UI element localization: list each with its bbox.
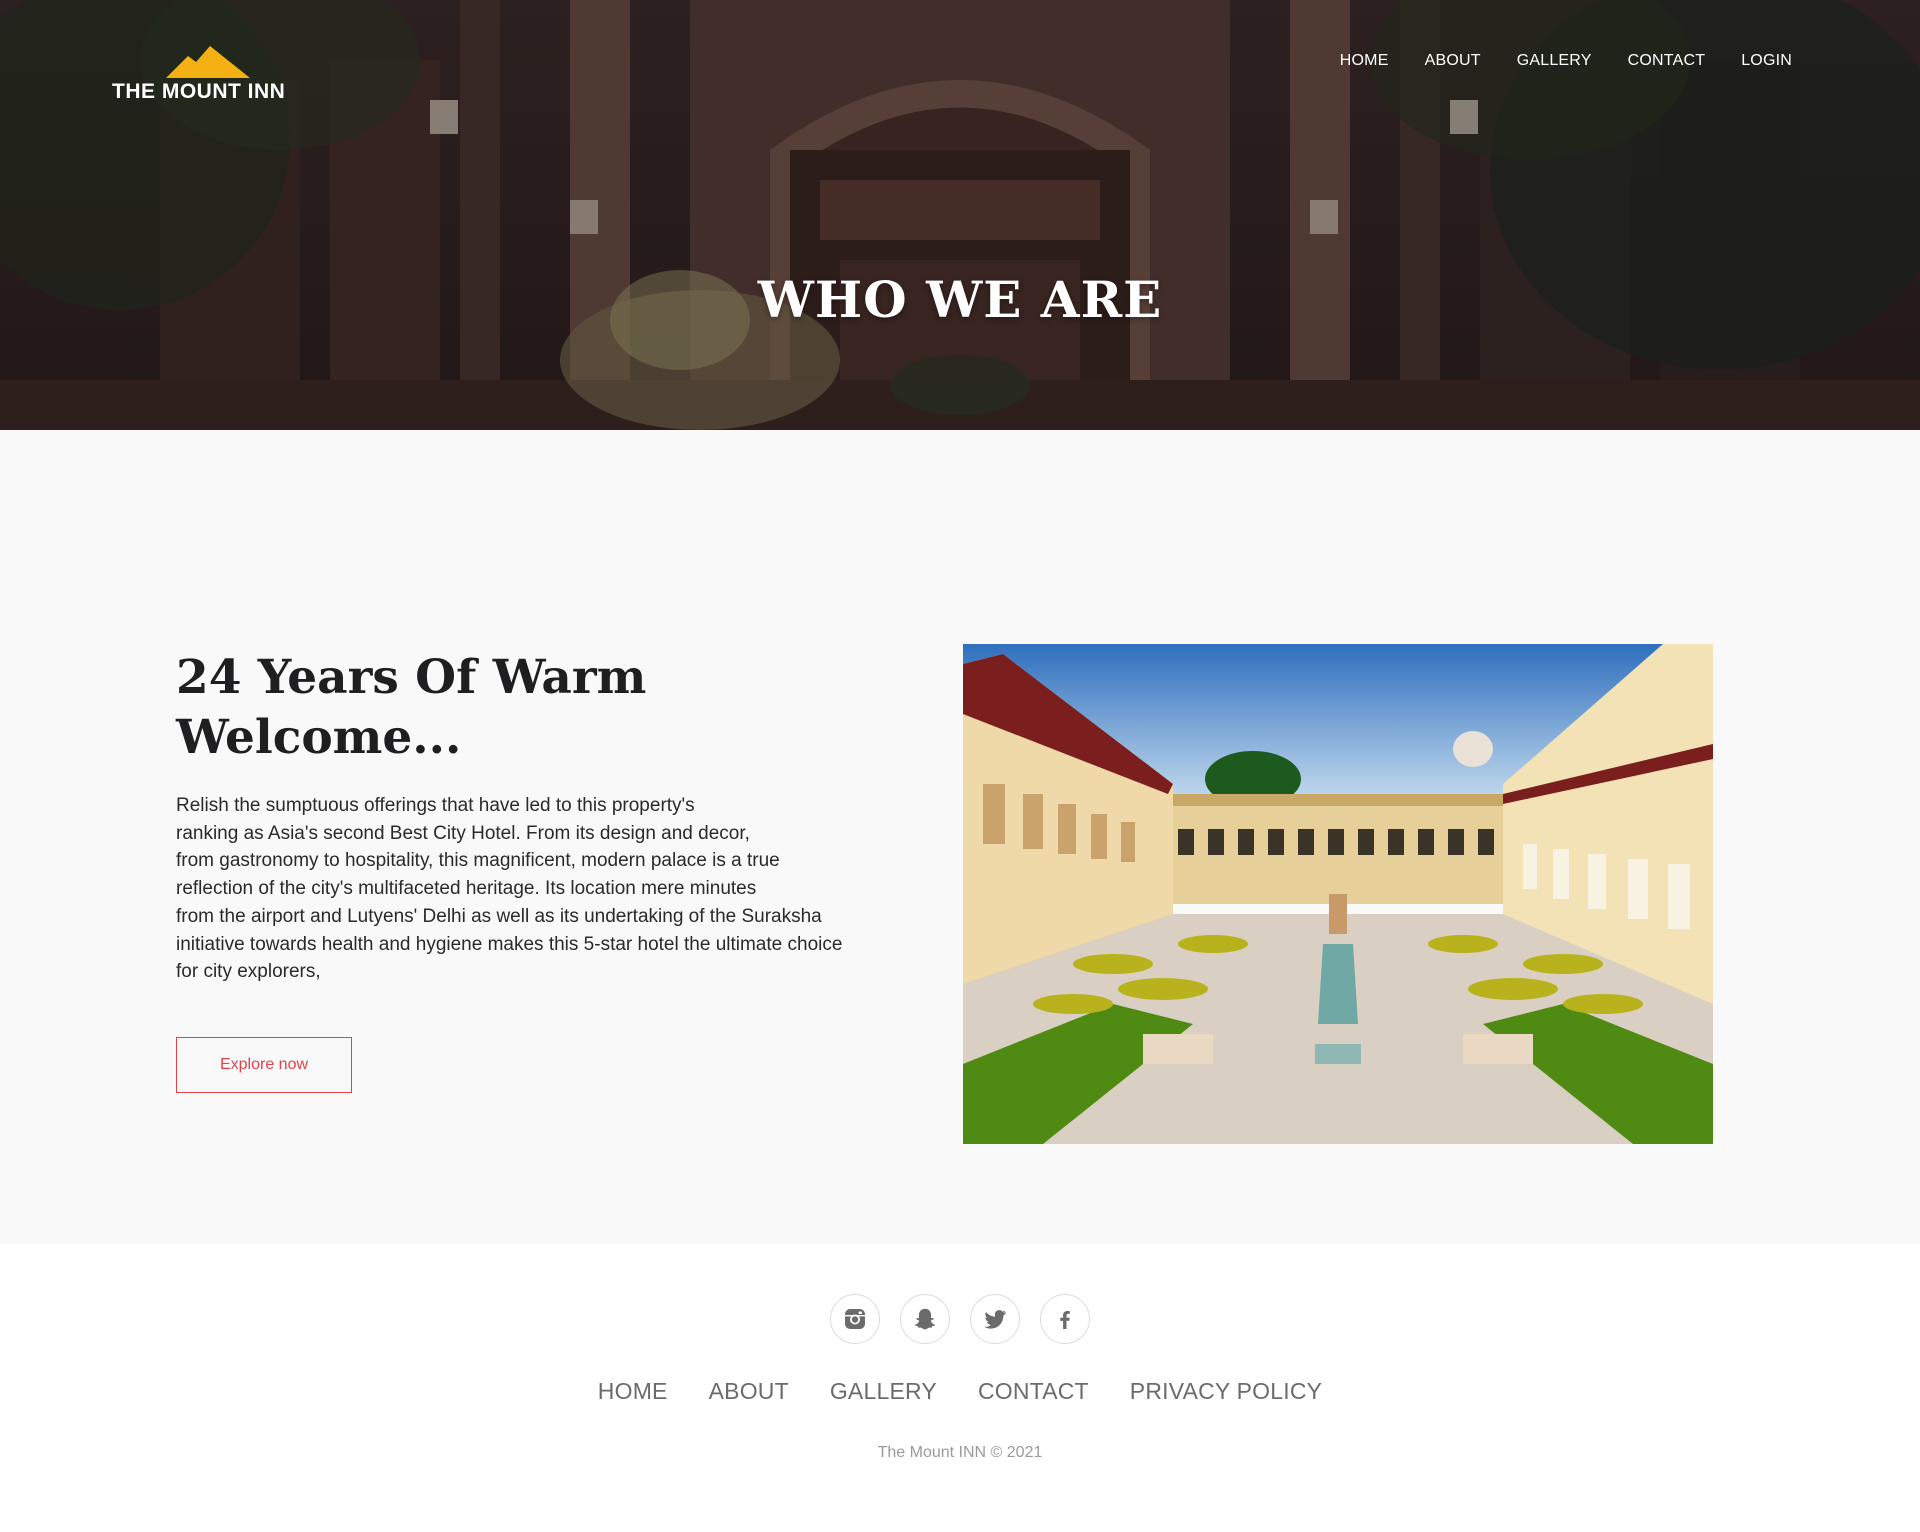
- facebook-link[interactable]: [1040, 1294, 1090, 1344]
- nav-login[interactable]: LOGIN: [1741, 52, 1792, 70]
- nav-gallery[interactable]: GALLERY: [1517, 52, 1592, 70]
- about-paragraph: Relish the sumptuous offerings that have…: [176, 792, 886, 986]
- about-section: 24 Years Of Warm Welcome... Relish the s…: [0, 430, 1920, 1244]
- hero-section: THE MOUNT INN HOME ABOUT GALLERY CONTACT…: [0, 0, 1920, 430]
- palace-courtyard-image: [963, 644, 1713, 1144]
- about-heading: 24 Years Of Warm Welcome...: [176, 648, 796, 768]
- instagram-icon: [845, 1309, 865, 1329]
- twitter-link[interactable]: [970, 1294, 1020, 1344]
- footer-nav-gallery[interactable]: GALLERY: [830, 1378, 937, 1405]
- brand-name: THE MOUNT INN: [112, 80, 286, 103]
- footer-nav: HOME ABOUT GALLERY CONTACT PRIVACY POLIC…: [0, 1378, 1920, 1405]
- footer-nav-home[interactable]: HOME: [598, 1378, 668, 1405]
- about-line: Relish the sumptuous offerings that have…: [176, 795, 695, 816]
- nav-home[interactable]: HOME: [1340, 52, 1389, 70]
- explore-now-button[interactable]: Explore now: [176, 1037, 352, 1093]
- main-nav: HOME ABOUT GALLERY CONTACT LOGIN: [1340, 52, 1792, 70]
- snapchat-icon: [915, 1308, 935, 1330]
- copyright-text: The Mount INN © 2021: [877, 1444, 1043, 1461]
- about-heading-line2: Welcome...: [176, 710, 462, 765]
- snapchat-link[interactable]: [900, 1294, 950, 1344]
- about-line: reflection of the city's multifaceted he…: [176, 878, 757, 900]
- nav-about[interactable]: ABOUT: [1425, 52, 1481, 70]
- about-line: from the airport and Lutyens' Delhi as w…: [176, 905, 822, 927]
- footer: HOME ABOUT GALLERY CONTACT PRIVACY POLIC…: [0, 1244, 1920, 1532]
- about-line: for city explorers,: [176, 961, 321, 983]
- brand-logo[interactable]: THE MOUNT INN: [112, 46, 312, 112]
- social-links: [0, 1294, 1920, 1344]
- footer-nav-contact[interactable]: CONTACT: [978, 1378, 1089, 1405]
- about-line: initiative towards health and hygiene ma…: [176, 933, 843, 955]
- footer-nav-about[interactable]: ABOUT: [709, 1378, 789, 1405]
- footer-nav-privacy-policy[interactable]: PRIVACY POLICY: [1130, 1378, 1322, 1405]
- about-line: ranking as Asia's second Best City Hotel…: [176, 822, 750, 844]
- twitter-icon: [984, 1310, 1006, 1329]
- about-heading-line1: 24 Years Of Warm: [176, 650, 647, 705]
- facebook-icon: [1060, 1311, 1070, 1329]
- nav-contact[interactable]: CONTACT: [1628, 52, 1706, 70]
- instagram-link[interactable]: [830, 1294, 880, 1344]
- about-line: from gastronomy to hospitality, this mag…: [176, 850, 780, 872]
- mountain-peaks: [166, 46, 250, 78]
- mountain-logo-icon: [166, 46, 250, 78]
- page-title: WHO WE ARE: [757, 270, 1163, 329]
